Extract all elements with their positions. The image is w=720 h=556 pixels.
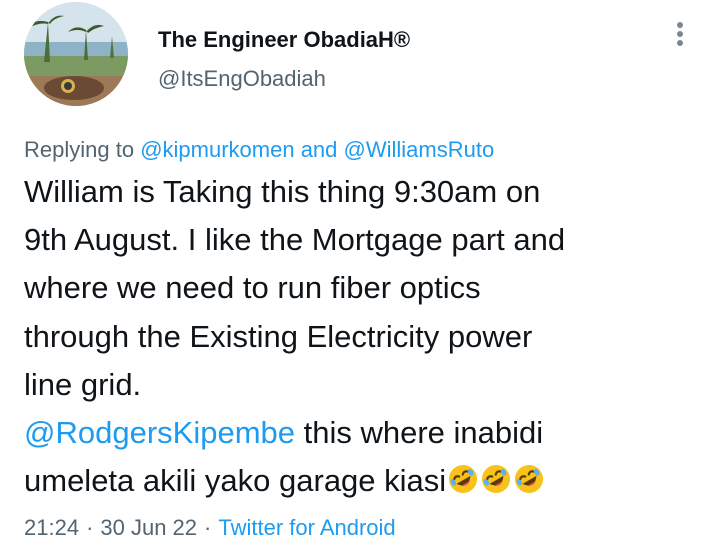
rolling-on-floor-laughing-icon [482,465,511,494]
mention-link[interactable]: @WilliamsRuto [344,137,495,162]
tweet-line: umeleta akili yako garage kiasi [24,457,704,505]
rolling-on-floor-laughing-icon [449,465,478,494]
author-handle[interactable]: @ItsEngObadiah [158,65,410,93]
tweet-meta: 21:24 · 30 Jun 22 · Twitter for Android [24,514,396,542]
tweet-line: line grid. [24,366,142,402]
avatar-photo [24,2,128,106]
replying-to-joiner: and [294,137,344,162]
tweet-time[interactable]: 21:24 [24,515,79,540]
tweet-line: @RodgersKipembe this where inabidi [24,409,704,457]
tweet-line: William is Taking this thing 9:30am on [24,174,541,209]
tweet-line: 9th August. I like the Mortgage part and [24,222,566,258]
tweet-line-text: this where inabidi [295,414,544,450]
tweet-text: William is Taking this thing 9:30am on 9… [24,168,704,505]
tweet-source-link[interactable]: Twitter for Android [218,515,395,540]
mention-link[interactable]: @RodgersKipembe [24,415,295,450]
meta-separator: · [204,515,212,540]
more-options-icon[interactable] [674,22,686,52]
replying-to: Replying to @kipmurkomen and @WilliamsRu… [24,136,494,164]
tweet-author: The Engineer ObadiaH® @ItsEngObadiah [158,26,410,93]
rolling-on-floor-laughing-icon [515,465,544,494]
tweet-line-text: umeleta akili yako garage kiasi [24,463,447,499]
replying-to-label: Replying to [24,137,141,162]
avatar[interactable] [24,2,128,106]
mention-link[interactable]: @kipmurkomen [140,137,294,162]
author-display-name[interactable]: The Engineer ObadiaH® [158,26,410,54]
tweet-date[interactable]: 30 Jun 22 [100,515,197,540]
tweet-line: where we need to run fiber optics [24,270,481,306]
meta-separator: · [86,515,94,540]
tweet-line: through the Existing Electricity power [24,318,533,354]
